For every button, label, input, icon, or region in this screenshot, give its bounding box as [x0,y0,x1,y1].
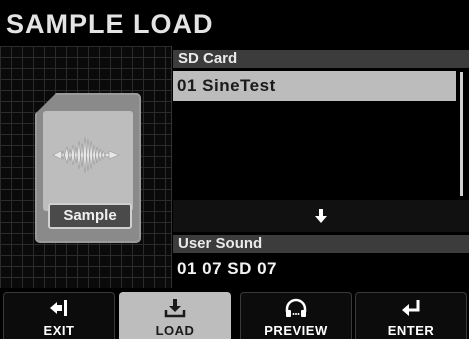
exit-button[interactable]: EXIT [3,292,115,339]
preview-label: PREVIEW [264,323,328,338]
exit-label: EXIT [43,323,75,338]
card-face [43,111,133,211]
enter-label: ENTER [387,323,435,338]
headphones-icon [285,298,307,317]
card-sample-label: Sample [48,203,132,229]
enter-button[interactable]: ENTER [355,292,467,339]
arrow-down-icon [315,209,327,223]
load-icon [164,299,186,318]
user-sound-value: 01 07 SD 07 [173,254,469,284]
sd-card-image: Sample [35,93,141,243]
list-item[interactable]: 01 SineTest [173,71,456,101]
file-list[interactable]: 01 SineTest [173,70,469,198]
load-button[interactable]: LOAD [119,292,231,339]
user-sound-header: User Sound [173,235,469,253]
waveform-icon [52,136,120,174]
function-button-bar: EXIT LOAD PREVIEW ENTER [0,288,469,339]
exit-icon [50,300,67,316]
sd-card-graphic-panel: Sample [0,46,172,288]
preview-button[interactable]: PREVIEW [240,292,352,339]
page-title: SAMPLE LOAD [6,9,214,39]
sd-card-header: SD Card [173,50,469,68]
load-label: LOAD [155,323,195,338]
enter-icon [402,300,420,316]
scrollbar[interactable] [460,72,463,196]
scroll-down-button[interactable] [173,200,469,232]
